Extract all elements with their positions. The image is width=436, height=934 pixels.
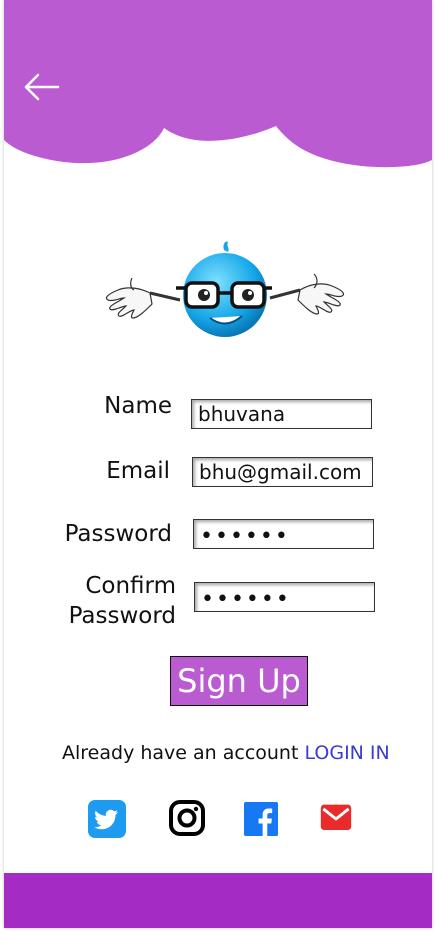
facebook-icon[interactable] <box>244 802 278 836</box>
signup-screen: Name bhuvana Email bhu@gmail.com Passwor… <box>4 0 432 928</box>
instagram-icon[interactable] <box>168 799 206 837</box>
name-field[interactable]: bhuvana <box>191 399 372 429</box>
footer-bar <box>4 873 432 928</box>
confirm-password-field[interactable]: •••••• <box>194 582 375 612</box>
confirm-label-line2: Password <box>68 603 176 629</box>
confirm-label-line1: Confirm <box>85 573 176 599</box>
back-arrow-icon[interactable] <box>22 70 62 104</box>
sign-up-button[interactable]: Sign Up <box>170 656 308 706</box>
password-label: Password <box>64 521 172 547</box>
password-value: •••••• <box>200 523 290 549</box>
password-field[interactable]: •••••• <box>193 519 374 549</box>
confirm-password-label: Confirm Password <box>44 571 176 631</box>
email-value: bhu@gmail.com <box>199 460 362 484</box>
login-link[interactable]: LOGIN IN <box>304 742 389 764</box>
name-label: Name <box>104 393 172 419</box>
login-prompt: Already have an account LOGIN IN <box>62 742 390 764</box>
confirm-password-value: •••••• <box>201 586 291 612</box>
login-prompt-text: Already have an account <box>62 742 299 764</box>
name-value: bhuvana <box>198 402 286 426</box>
mail-icon[interactable] <box>318 803 354 835</box>
email-field[interactable]: bhu@gmail.com <box>192 457 373 487</box>
email-label: Email <box>106 458 170 484</box>
mascot-image <box>105 241 345 337</box>
twitter-icon[interactable] <box>88 800 126 838</box>
header-banner <box>4 0 432 168</box>
